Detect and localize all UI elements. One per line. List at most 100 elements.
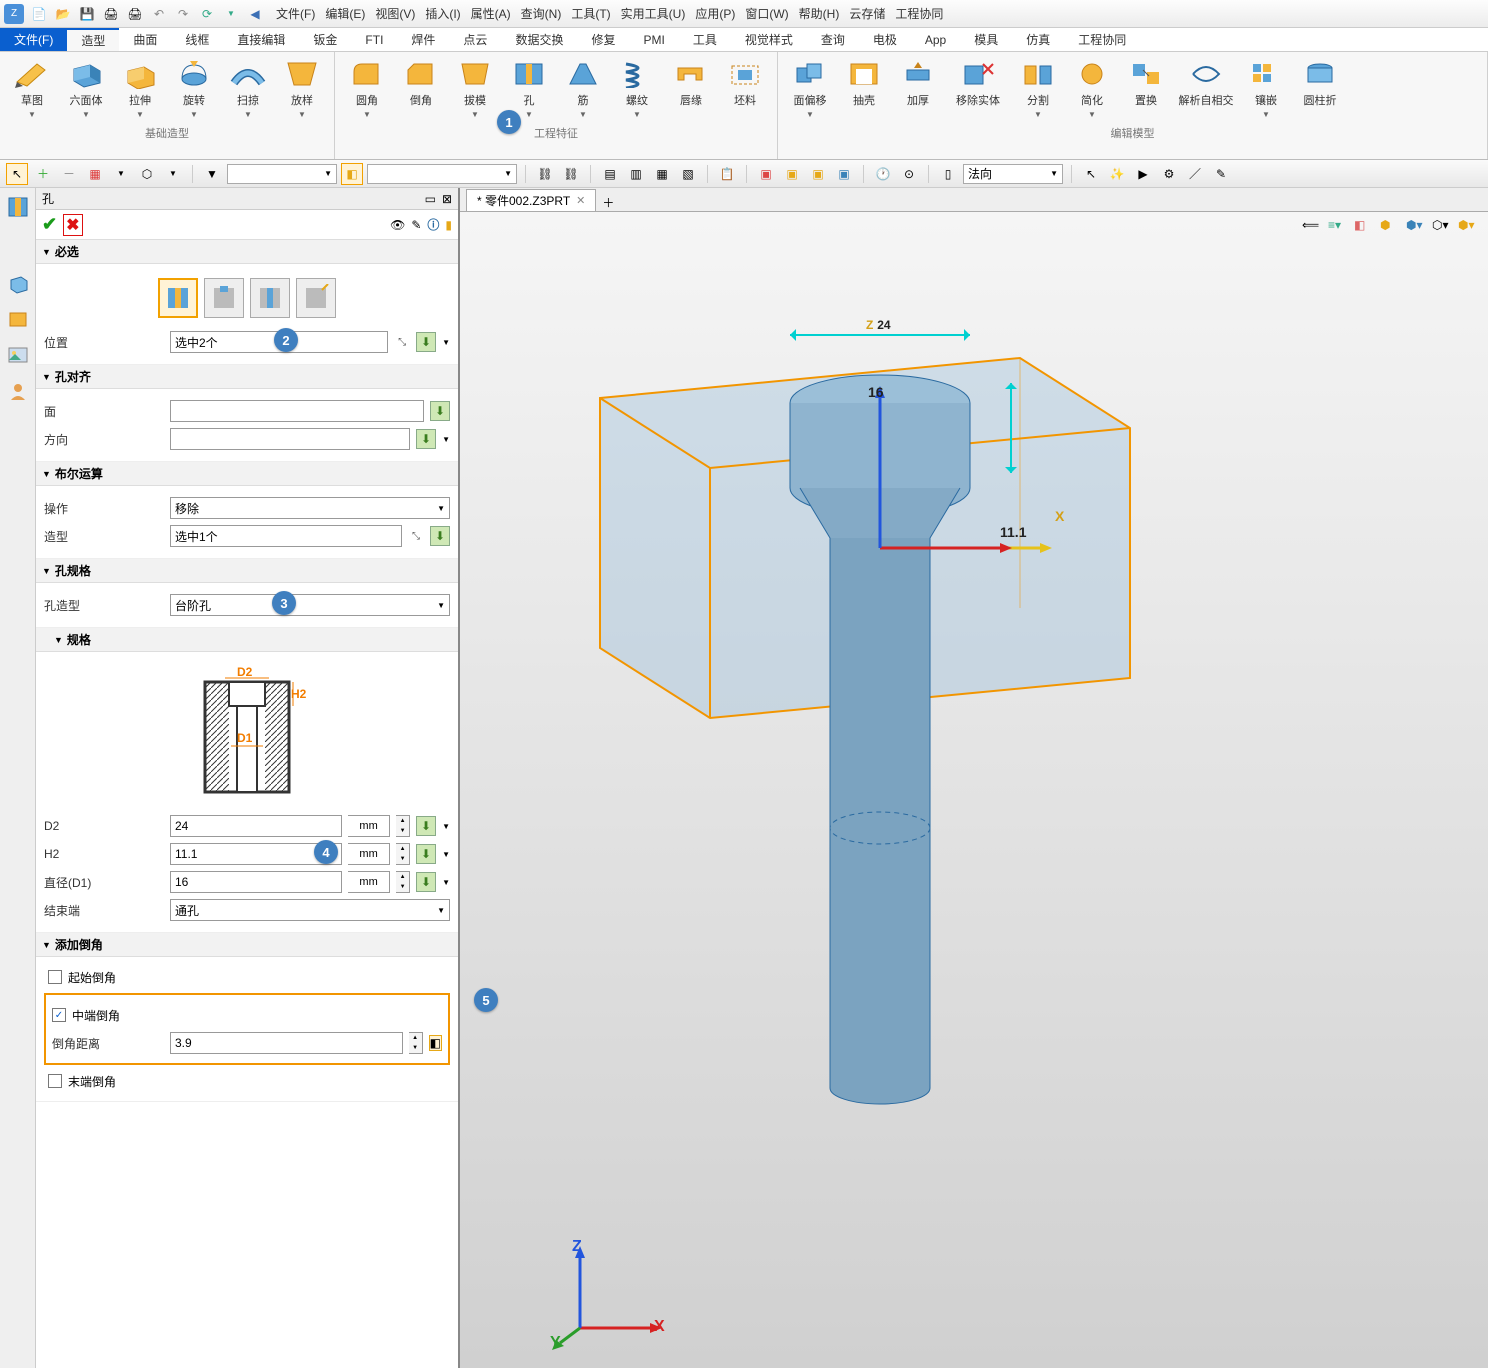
tool-lip[interactable]: 唇缘: [665, 56, 717, 121]
side-box-icon[interactable]: [5, 306, 31, 332]
d2-field[interactable]: 24: [170, 815, 342, 837]
selectbox-icon[interactable]: ▦: [84, 163, 106, 185]
side-cube-icon[interactable]: [5, 270, 31, 296]
tool-simplify[interactable]: 简化▼: [1066, 56, 1118, 121]
chamfer-end-checkbox[interactable]: [48, 1074, 62, 1088]
tool-thicken[interactable]: 加厚: [892, 56, 944, 121]
tool-revolve[interactable]: 旋转▼: [168, 56, 220, 121]
expand2-icon[interactable]: ⤡: [408, 531, 424, 542]
tab-visual[interactable]: 视觉样式: [731, 28, 807, 51]
hole-mode-icon[interactable]: [5, 194, 31, 220]
reject-button[interactable]: ✖: [63, 214, 82, 236]
undo-icon[interactable]: ↶: [150, 5, 168, 23]
chamfer-mid-checkbox[interactable]: ✓: [52, 1008, 66, 1022]
link2-icon[interactable]: ⛓: [560, 163, 582, 185]
play-icon[interactable]: ▶: [1132, 163, 1154, 185]
tool-mosaic[interactable]: 镶嵌▼: [1240, 56, 1292, 121]
plus-icon[interactable]: ＋: [32, 163, 54, 185]
align4-icon[interactable]: ▧: [677, 163, 699, 185]
close-tab-icon[interactable]: ✕: [576, 194, 585, 207]
vp-home-icon[interactable]: ⟸: [1302, 218, 1322, 238]
gear-icon[interactable]: ⚙: [1158, 163, 1180, 185]
hexagon-icon[interactable]: ⬡: [136, 163, 158, 185]
end-field[interactable]: 通孔▼: [170, 899, 450, 921]
menu-collab[interactable]: 工程协同: [895, 5, 943, 22]
tab-surface[interactable]: 曲面: [119, 28, 171, 51]
menu-insert[interactable]: 插入(I): [425, 5, 460, 22]
h2-pick-icon[interactable]: ⬇: [416, 844, 436, 864]
tab-shape[interactable]: 造型: [67, 28, 119, 51]
accept-button[interactable]: ✔: [42, 214, 57, 235]
tool-draft[interactable]: 拔模▼: [449, 56, 501, 121]
opt-mode-2[interactable]: [204, 278, 244, 318]
tab-exchange[interactable]: 数据交换: [501, 28, 577, 51]
tool-replace[interactable]: 置换: [1120, 56, 1172, 121]
dd-dir-icon[interactable]: ▼: [442, 435, 450, 444]
align-dir-field[interactable]: [170, 428, 410, 450]
wand-icon[interactable]: ✨: [1106, 163, 1128, 185]
section-required[interactable]: ▼必选: [36, 240, 458, 264]
pick-dir-icon[interactable]: ⬇: [416, 429, 436, 449]
tab-mold[interactable]: 模具: [960, 28, 1012, 51]
opt-mode-4[interactable]: [296, 278, 336, 318]
tab-weld[interactable]: 焊件: [397, 28, 449, 51]
mat4-icon[interactable]: ▣: [833, 163, 855, 185]
new-icon[interactable]: 📄: [30, 5, 48, 23]
redo-icon[interactable]: ↷: [174, 5, 192, 23]
tab-sim[interactable]: 仿真: [1012, 28, 1064, 51]
d1-pick-icon[interactable]: ⬇: [416, 872, 436, 892]
dropdown-icon[interactable]: ▼: [222, 5, 240, 23]
h2-spinner[interactable]: ▲▼: [396, 843, 410, 865]
tool-selfintersect[interactable]: 解析自相交: [1174, 56, 1238, 121]
page-icon[interactable]: ▯: [937, 163, 959, 185]
printpreview-icon[interactable]: 🖨: [126, 5, 144, 23]
arrow-icon[interactable]: ↖: [1080, 163, 1102, 185]
chamfer-dist-spinner[interactable]: ▲▼: [409, 1032, 423, 1054]
tab-fti[interactable]: FTI: [351, 28, 397, 51]
save-icon[interactable]: 💾: [78, 5, 96, 23]
tab-appstore[interactable]: App: [911, 28, 960, 51]
tab-query2[interactable]: 查询: [807, 28, 859, 51]
menu-query[interactable]: 查询(N): [521, 5, 562, 22]
menu-window[interactable]: 窗口(W): [745, 5, 788, 22]
eye-icon[interactable]: 👁: [390, 218, 405, 232]
align3-icon[interactable]: ▦: [651, 163, 673, 185]
paste-icon[interactable]: 📋: [716, 163, 738, 185]
tab-collab[interactable]: 工程协同: [1064, 28, 1140, 51]
filter-combo[interactable]: ▼: [227, 164, 337, 184]
tab-pointcloud[interactable]: 点云: [449, 28, 501, 51]
tool-cylfold[interactable]: 圆柱折: [1294, 56, 1346, 121]
tab-pmi[interactable]: PMI: [629, 28, 678, 51]
tool-extrude[interactable]: 拉伸▼: [114, 56, 166, 121]
tool-sweep[interactable]: 扫掠▼: [222, 56, 274, 121]
pick-icon[interactable]: ⬇: [416, 332, 436, 352]
brush-icon[interactable]: ✎: [411, 218, 421, 232]
menu-cloud[interactable]: 云存储: [849, 5, 885, 22]
align-face-field[interactable]: [170, 400, 424, 422]
section-spec[interactable]: ▼孔规格: [36, 559, 458, 583]
menu-util[interactable]: 实用工具(U): [621, 5, 686, 22]
menu-app[interactable]: 应用(P): [695, 5, 735, 22]
chamfer-cube-icon[interactable]: ◧: [429, 1035, 442, 1051]
d1-field[interactable]: 16: [170, 871, 342, 893]
combo2[interactable]: ▼: [367, 164, 517, 184]
minus-icon[interactable]: －: [58, 163, 80, 185]
tool-chamfer[interactable]: 倒角: [395, 56, 447, 121]
normal-combo[interactable]: 法向▼: [963, 164, 1063, 184]
vp-cube1-icon[interactable]: ⬢: [1380, 218, 1400, 238]
cursor-icon[interactable]: ↖: [6, 163, 28, 185]
filter-icon[interactable]: ▼: [201, 163, 223, 185]
cube-icon[interactable]: ◧: [341, 163, 363, 185]
print-icon[interactable]: 🖨: [102, 5, 120, 23]
clock-icon[interactable]: 🕐: [872, 163, 894, 185]
side-user-icon[interactable]: [5, 378, 31, 404]
close-panel-icon[interactable]: ⊠: [442, 192, 452, 206]
tab-electrode[interactable]: 电极: [859, 28, 911, 51]
align1-icon[interactable]: ▤: [599, 163, 621, 185]
line-icon[interactable]: ／: [1184, 163, 1206, 185]
d2-dd[interactable]: ▼: [442, 822, 450, 831]
vp-layers-icon[interactable]: ≡▾: [1328, 218, 1348, 238]
dd2-icon[interactable]: ▼: [162, 163, 184, 185]
section-chamfer[interactable]: ▼添加倒角: [36, 933, 458, 957]
tab-wireframe[interactable]: 线框: [171, 28, 223, 51]
